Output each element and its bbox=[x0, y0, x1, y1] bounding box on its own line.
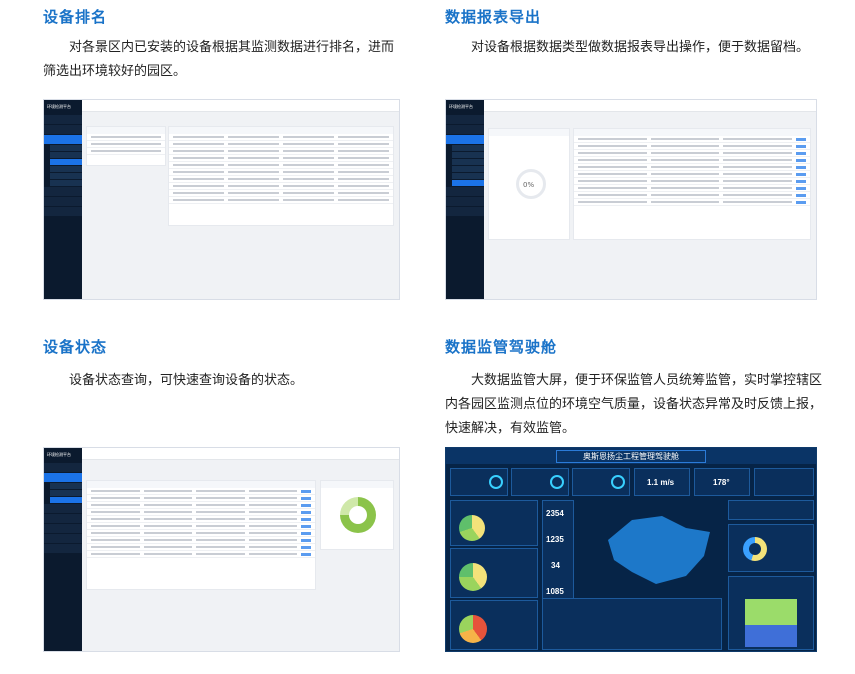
ranking-screenshot: 环境检测平台 bbox=[43, 99, 400, 300]
section-desc-status: 设备状态查询，可快速查询设备的状态。 bbox=[69, 373, 304, 388]
wind-direction: 178° bbox=[713, 478, 730, 487]
stat-1: 2354 bbox=[546, 509, 564, 518]
section-desc-ranking: 对各景区内已安装的设备根据其监测数据进行排名，进而筛选出环境较好的园区。 bbox=[43, 40, 395, 79]
status-screenshot: 环境检测平台 bbox=[43, 447, 400, 652]
app-brand: 环境检测平台 bbox=[47, 452, 71, 457]
wind-speed: 1.1 m/s bbox=[647, 478, 675, 487]
app-brand: 环境检测平台 bbox=[449, 104, 473, 109]
section-title-status: 设备状态 bbox=[43, 338, 108, 356]
app-brand: 环境检测平台 bbox=[47, 104, 71, 109]
stat-4: 1085 bbox=[546, 587, 564, 596]
dashboard-title: 奥斯恩扬尘工程管理驾驶舱 bbox=[556, 450, 706, 463]
export-progress: 0% bbox=[523, 181, 535, 189]
section-desc-export: 对设备根据数据类型做数据报表导出操作，便于数据留档。 bbox=[471, 40, 810, 55]
section-title-ranking: 设备排名 bbox=[43, 8, 108, 26]
stat-2: 1235 bbox=[546, 535, 564, 544]
section-title-export: 数据报表导出 bbox=[445, 8, 542, 26]
dashboard-screenshot: 奥斯恩扬尘工程管理驾驶舱 1.1 m/s 178° 2354 1235 34 1… bbox=[445, 447, 817, 652]
section-title-dashboard: 数据监管驾驶舱 bbox=[445, 338, 558, 356]
export-screenshot: 环境检测平台 0% bbox=[445, 99, 817, 300]
section-desc-dashboard: 大数据监管大屏，便于环保监管人员统筹监管，实时掌控辖区内各园区监测点位的环境空气… bbox=[445, 373, 823, 436]
stat-3: 34 bbox=[551, 561, 560, 570]
